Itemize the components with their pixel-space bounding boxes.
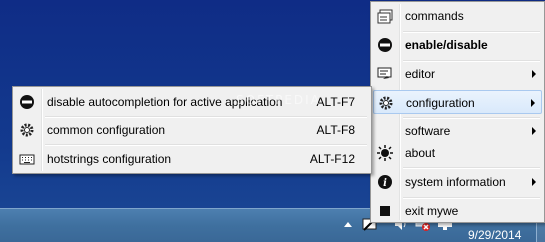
tray-overflow-arrow-icon[interactable]: [340, 216, 356, 232]
menu-item-label: exit mywe: [405, 204, 459, 218]
menu-item-enable-disable[interactable]: enable/disable: [373, 33, 542, 57]
shortcut-label: ALT-F7: [316, 95, 355, 109]
menu-item-label: system information: [405, 175, 506, 189]
menu-separator: [45, 144, 367, 146]
menu-item-label: enable/disable: [405, 38, 488, 52]
menu-separator: [403, 167, 540, 169]
submenu-item-label: common configuration: [47, 123, 166, 137]
menu-item-exit[interactable]: exit mywe: [373, 199, 542, 223]
no-entry-icon: [19, 94, 35, 110]
submenu-item-label: disable autocompletion for active applic…: [47, 95, 283, 109]
configuration-submenu: disable autocompletion for active applic…: [12, 86, 372, 174]
submenu-item-hotstrings-configuration[interactable]: hotstrings configuration ALT-F12: [15, 147, 369, 171]
menu-item-configuration[interactable]: configuration: [373, 90, 542, 114]
no-entry-icon: [377, 37, 393, 53]
shortcut-label: ALT-F12: [309, 152, 355, 166]
info-icon: i: [377, 174, 393, 190]
menu-item-editor[interactable]: editor: [373, 62, 542, 86]
submenu-arrow-icon: [532, 127, 536, 135]
gear-icon: [378, 95, 394, 111]
submenu-item-label: hotstrings configuration: [47, 152, 172, 166]
sun-icon: [377, 145, 393, 161]
shortcut-label: ALT-F8: [316, 123, 355, 137]
menu-item-software[interactable]: software: [373, 119, 542, 143]
menu-item-system-information[interactable]: i system information: [373, 170, 542, 194]
submenu-arrow-icon: [531, 99, 535, 107]
taskbar-clock-date[interactable]: 9/29/2014: [468, 228, 521, 242]
menu-item-label: commands: [405, 9, 464, 23]
keyboard-icon: [19, 151, 35, 167]
submenu-arrow-icon: [532, 70, 536, 78]
menu-item-label: configuration: [406, 96, 475, 110]
commands-icon: [377, 8, 393, 24]
editor-icon: [377, 66, 393, 82]
submenu-item-common-configuration[interactable]: common configuration ALT-F8: [15, 118, 369, 142]
menu-item-about[interactable]: about: [373, 141, 542, 165]
submenu-arrow-icon: [532, 178, 536, 186]
menu-item-label: about: [405, 146, 436, 160]
tray-context-menu: commands enable/disable editor configura…: [370, 1, 545, 223]
menu-item-label: editor: [405, 67, 436, 81]
menu-item-commands[interactable]: commands: [373, 4, 542, 28]
gear-icon: [19, 122, 35, 138]
menu-item-label: software: [405, 124, 451, 138]
submenu-item-disable-autocompletion[interactable]: disable autocompletion for active applic…: [15, 90, 369, 114]
svg-text:i: i: [383, 178, 387, 189]
stop-square-icon: [377, 203, 393, 219]
